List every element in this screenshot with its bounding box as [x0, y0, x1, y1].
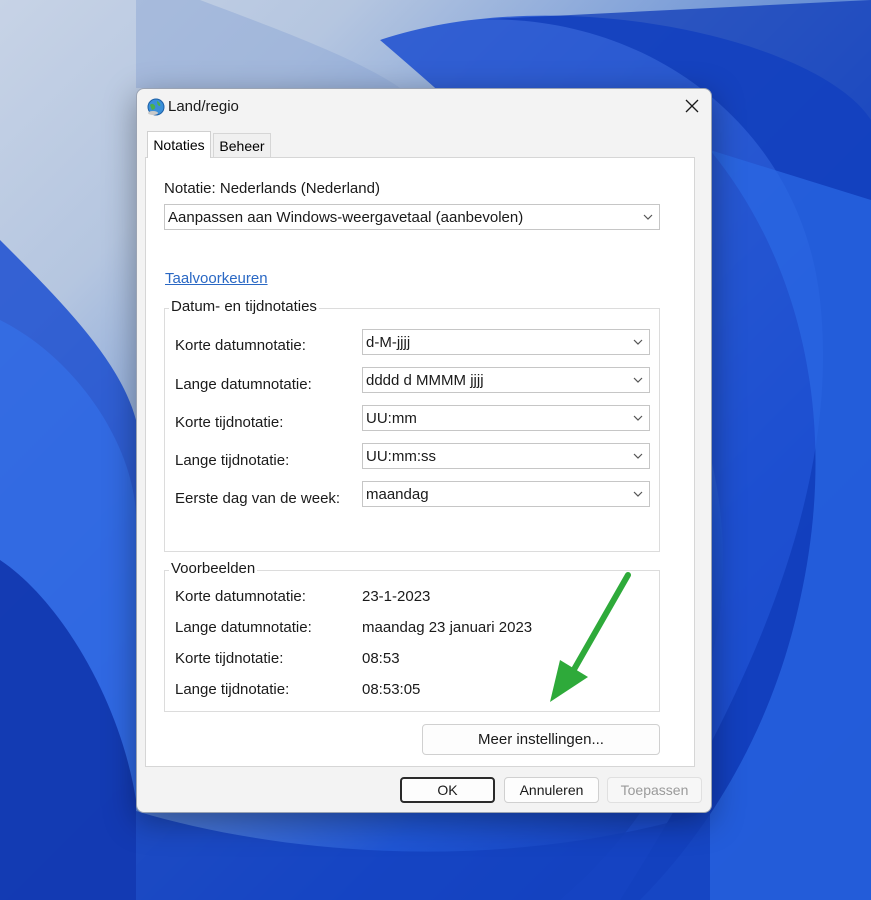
format-select[interactable]: Aanpassen aan Windows-weergavetaal (aanb…	[164, 204, 660, 230]
format-select-value: Aanpassen aan Windows-weergavetaal (aanb…	[168, 208, 524, 226]
long-date-label: Lange datumnotatie:	[175, 376, 312, 393]
close-icon	[685, 99, 699, 113]
first-day-value: maandag	[366, 485, 429, 503]
example-long-date-value: maandag 23 januari 2023	[362, 619, 533, 636]
example-short-date-label: Korte datumnotatie:	[175, 588, 306, 605]
tab-beheer[interactable]: Beheer	[213, 133, 271, 158]
long-date-select[interactable]: dddd d MMMM jjjj	[362, 367, 650, 393]
window-title: Land/regio	[168, 98, 239, 115]
close-button[interactable]	[673, 89, 711, 123]
first-day-select[interactable]: maandag	[362, 481, 650, 507]
format-label: Notatie: Nederlands (Nederland)	[164, 180, 380, 197]
date-time-formats-group: Datum- en tijdnotaties Korte datumnotati…	[164, 298, 660, 552]
short-time-value: UU:mm	[366, 409, 417, 427]
short-date-label: Korte datumnotatie:	[175, 337, 306, 354]
example-long-date-label: Lange datumnotatie:	[175, 619, 312, 636]
chevron-down-icon	[633, 377, 643, 383]
cancel-button[interactable]: Annuleren	[504, 777, 599, 803]
chevron-down-icon	[643, 214, 653, 220]
short-time-label: Korte tijdnotatie:	[175, 414, 284, 431]
example-short-time-value: 08:53	[362, 650, 400, 667]
title-bar[interactable]: Land/regio	[137, 89, 711, 125]
language-preferences-link[interactable]: Taalvoorkeuren	[165, 270, 268, 287]
long-time-label: Lange tijdnotatie:	[175, 452, 290, 469]
ok-button[interactable]: OK	[400, 777, 495, 803]
tab-notaties[interactable]: Notaties	[147, 131, 211, 158]
chevron-down-icon	[633, 339, 643, 345]
short-time-select[interactable]: UU:mm	[362, 405, 650, 431]
apply-button[interactable]: Toepassen	[607, 777, 702, 803]
example-short-date-value: 23-1-2023	[362, 588, 431, 605]
example-long-time-label: Lange tijdnotatie:	[175, 681, 290, 698]
examples-title: Voorbeelden	[169, 560, 258, 577]
chevron-down-icon	[633, 415, 643, 421]
more-settings-button[interactable]: Meer instellingen...	[422, 724, 660, 755]
green-arrow-annotation	[550, 572, 631, 702]
long-time-value: UU:mm:ss	[366, 447, 436, 465]
globe-icon	[147, 98, 165, 116]
short-date-value: d-M-jjjj	[366, 333, 411, 351]
chevron-down-icon	[633, 491, 643, 497]
short-date-select[interactable]: d-M-jjjj	[362, 329, 650, 355]
example-short-time-label: Korte tijdnotatie:	[175, 650, 284, 667]
example-long-time-value: 08:53:05	[362, 681, 421, 698]
first-day-label: Eerste dag van de week:	[175, 490, 341, 507]
long-time-select[interactable]: UU:mm:ss	[362, 443, 650, 469]
chevron-down-icon	[633, 453, 643, 459]
date-time-formats-title: Datum- en tijdnotaties	[169, 298, 319, 315]
long-date-value: dddd d MMMM jjjj	[366, 371, 484, 389]
